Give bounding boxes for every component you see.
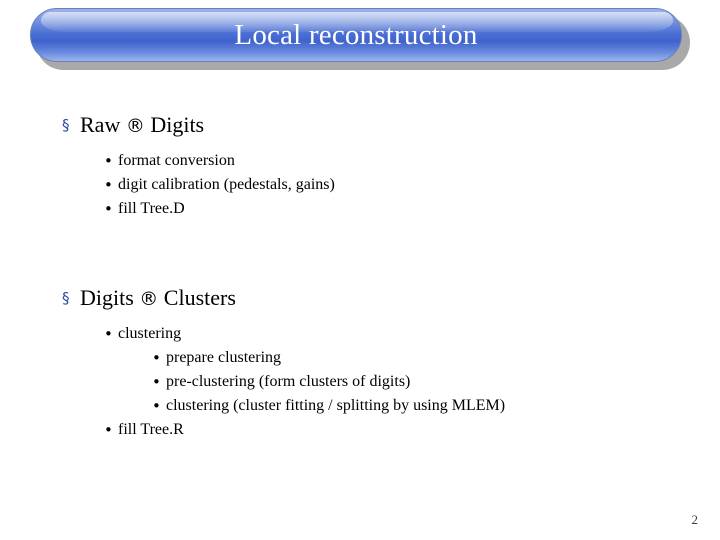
sub-list-item-label: pre-clustering (form clusters of digits) (166, 373, 411, 390)
heading-digits-clusters: § Digits ® Clusters (62, 283, 720, 314)
bullet-dot-icon: • (152, 349, 161, 367)
bullet-dot-icon: • (104, 176, 113, 194)
list-item: • clustering (104, 322, 720, 346)
content-block-raw-digits: § Raw ® Digits • format conversion • digit … (0, 110, 720, 221)
heading-text-after-arrow: Clusters (158, 285, 236, 310)
list-item: • fill Tree.D (104, 197, 720, 221)
page-number: 2 (691, 512, 699, 527)
content-block-digits-clusters: § Digits ® Clusters • clustering • prepare … (0, 283, 720, 442)
slide-content: § Raw ® Digits • format conversion • digit … (0, 110, 720, 442)
list-item-label: fill Tree.D (118, 200, 185, 217)
sub-list-item: • pre-clustering (form clusters of digits… (152, 370, 720, 394)
sub-list-item: • clustering (cluster fitting / splitting… (152, 394, 720, 418)
section-bullet-icon: § (62, 289, 70, 307)
right-arrow-icon: ® (139, 288, 159, 310)
bullet-dot-icon: • (104, 152, 113, 170)
list-item: • fill Tree.R (104, 418, 720, 442)
heading-text-before-arrow: Digits (80, 285, 140, 310)
list-item-label: digit calibration (pedestals, gains) (118, 176, 335, 193)
slide-title-banner: Local reconstruction (30, 8, 690, 70)
sub-list-item: • prepare clustering (152, 346, 720, 370)
heading-text-after-arrow: Digits (144, 112, 205, 137)
list-item-label: fill Tree.R (118, 421, 184, 438)
sub-list-item-label: prepare clustering (166, 349, 282, 366)
list-item: • digit calibration (pedestals, gains) (104, 173, 720, 197)
heading-text-before-arrow: Raw (80, 112, 126, 137)
bullet-dot-icon: • (104, 200, 113, 218)
right-arrow-icon: ® (125, 115, 145, 137)
section-bullet-icon: § (62, 116, 70, 134)
heading-raw-digits: § Raw ® Digits (62, 110, 720, 141)
list-item-label: format conversion (118, 152, 235, 169)
bullet-dot-icon: • (104, 421, 113, 439)
bullet-dot-icon: • (152, 373, 161, 391)
sub-list-item-label: clustering (cluster fitting / splitting … (166, 397, 506, 414)
page-title: Local reconstruction (234, 19, 478, 51)
bullet-dot-icon: • (152, 397, 161, 415)
list-item-label: clustering (118, 325, 182, 342)
bullet-dot-icon: • (104, 325, 113, 343)
list-item: • format conversion (104, 149, 720, 173)
